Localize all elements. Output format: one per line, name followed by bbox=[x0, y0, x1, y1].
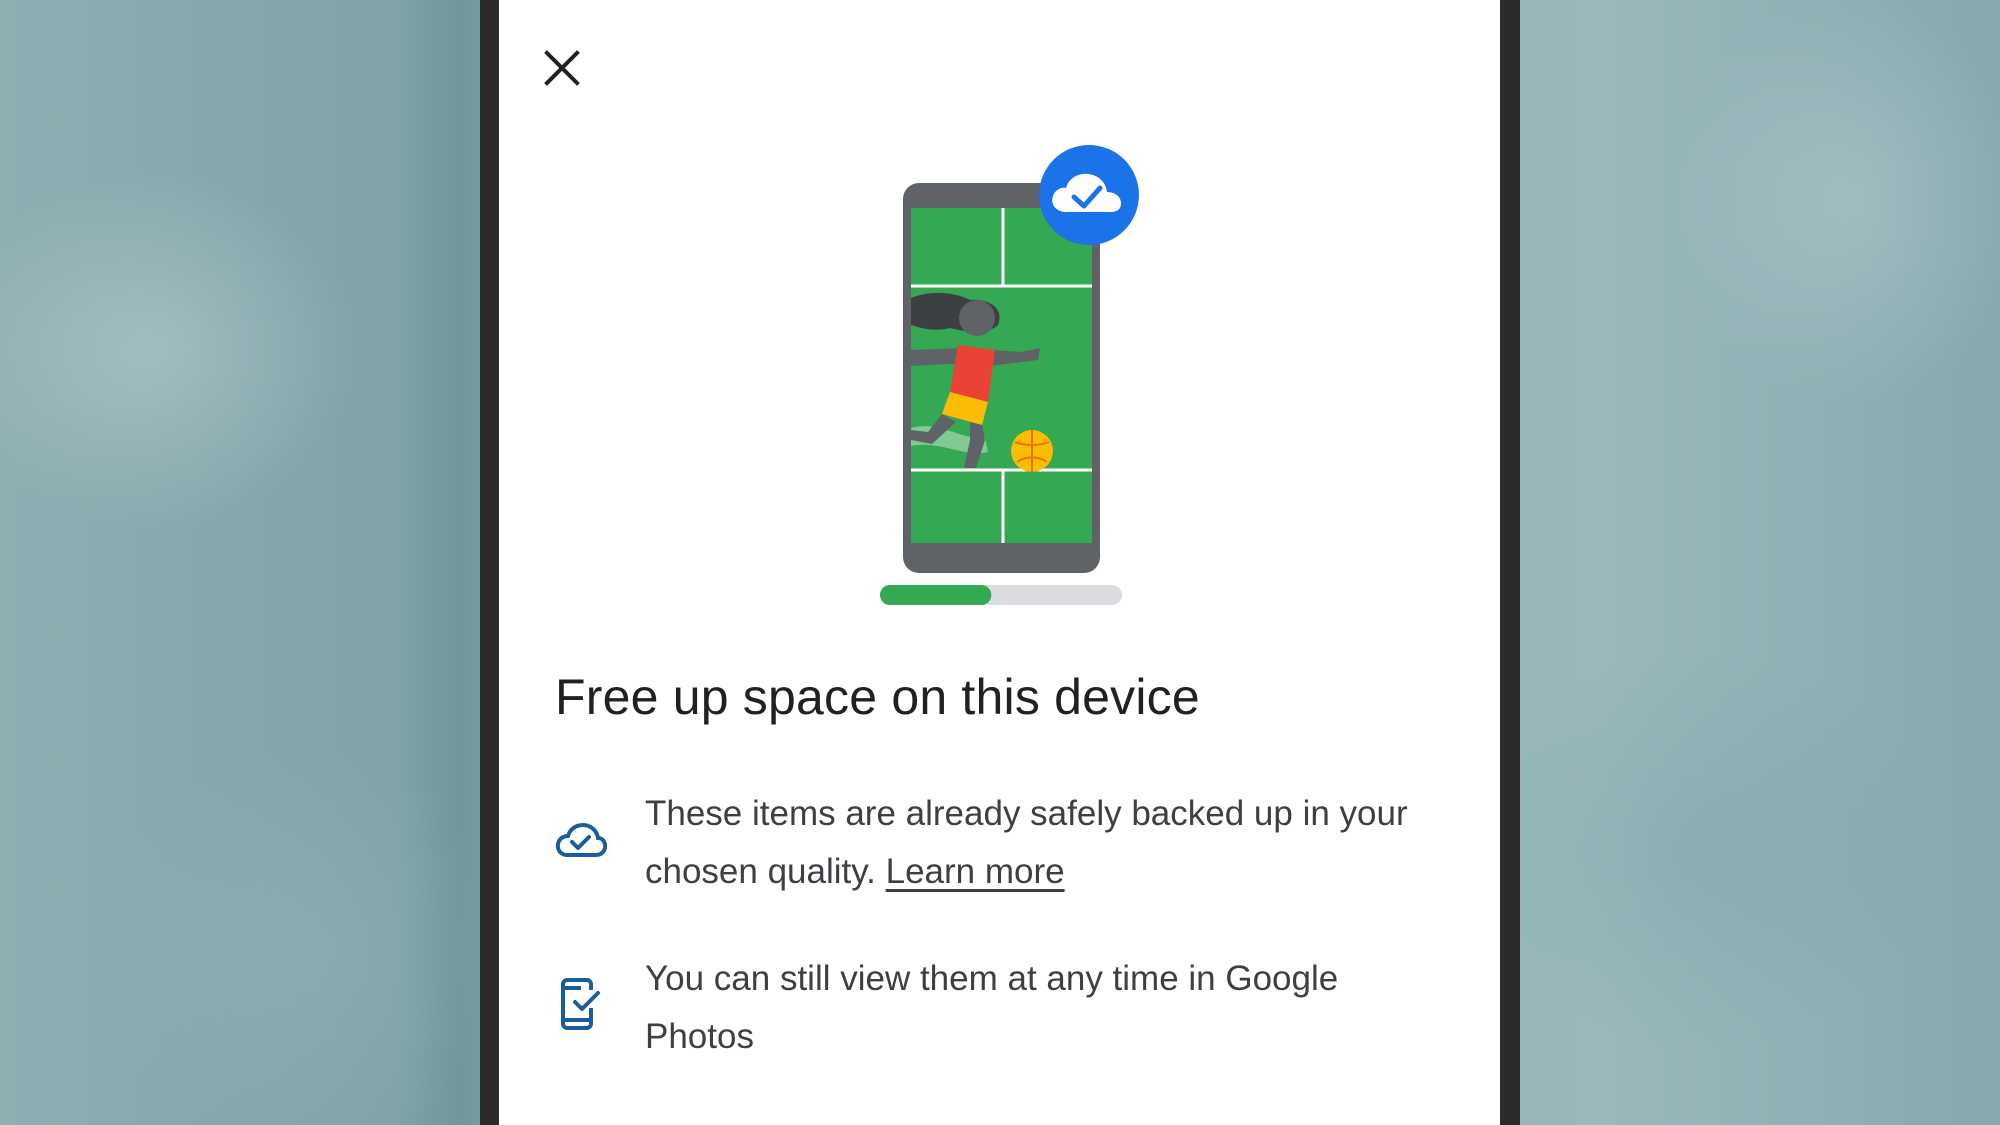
cloud-check-icon bbox=[555, 815, 607, 867]
learn-more-link[interactable]: Learn more bbox=[886, 852, 1065, 891]
phone-check-icon bbox=[555, 978, 607, 1030]
close-button[interactable] bbox=[532, 38, 592, 98]
backup-illustration bbox=[880, 145, 1139, 605]
view-anytime-description: You can still view them at any time in G… bbox=[645, 959, 1339, 1056]
dialog-title: Free up space on this device bbox=[555, 669, 1200, 725]
player-shirt bbox=[950, 345, 995, 402]
player-head bbox=[959, 300, 995, 336]
backed-up-description: These items are already safely backed up… bbox=[645, 785, 1445, 901]
backup-progress-bar bbox=[880, 585, 1122, 605]
close-icon bbox=[544, 50, 580, 86]
soccer-ball bbox=[1011, 430, 1053, 472]
cloud-check-badge bbox=[1039, 145, 1139, 245]
